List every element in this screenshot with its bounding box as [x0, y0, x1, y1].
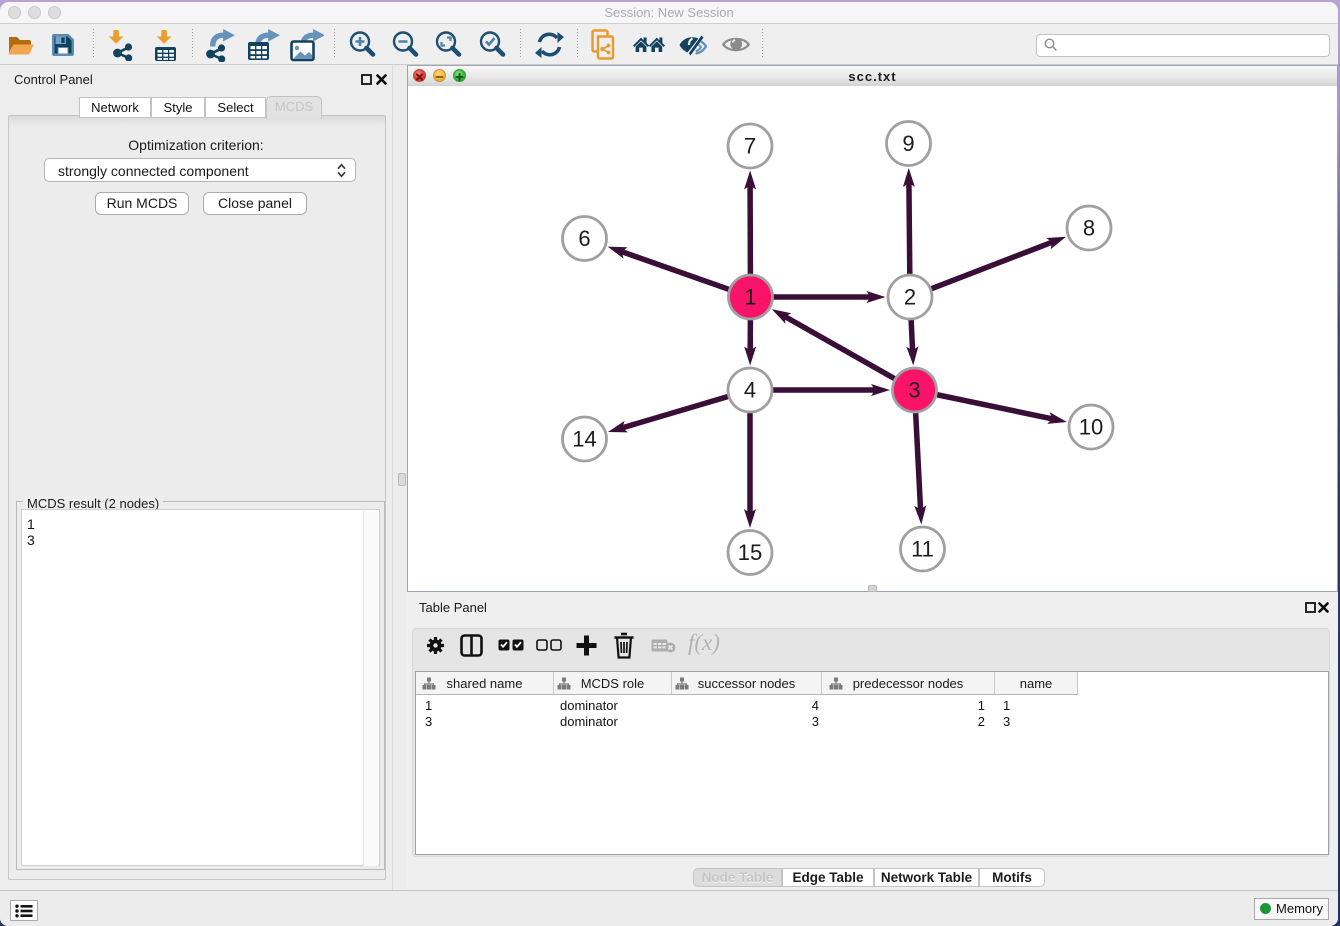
svg-text:7: 7: [744, 134, 756, 159]
svg-text:6: 6: [578, 226, 590, 251]
svg-text:8: 8: [1083, 216, 1095, 241]
svg-text:2: 2: [904, 285, 916, 310]
svg-text:1: 1: [744, 285, 756, 310]
svg-text:3: 3: [908, 378, 920, 403]
svg-text:9: 9: [902, 131, 914, 156]
svg-text:4: 4: [744, 378, 756, 403]
svg-text:10: 10: [1079, 415, 1103, 440]
svg-text:11: 11: [911, 537, 934, 562]
svg-text:14: 14: [572, 427, 596, 452]
svg-text:15: 15: [738, 540, 762, 565]
